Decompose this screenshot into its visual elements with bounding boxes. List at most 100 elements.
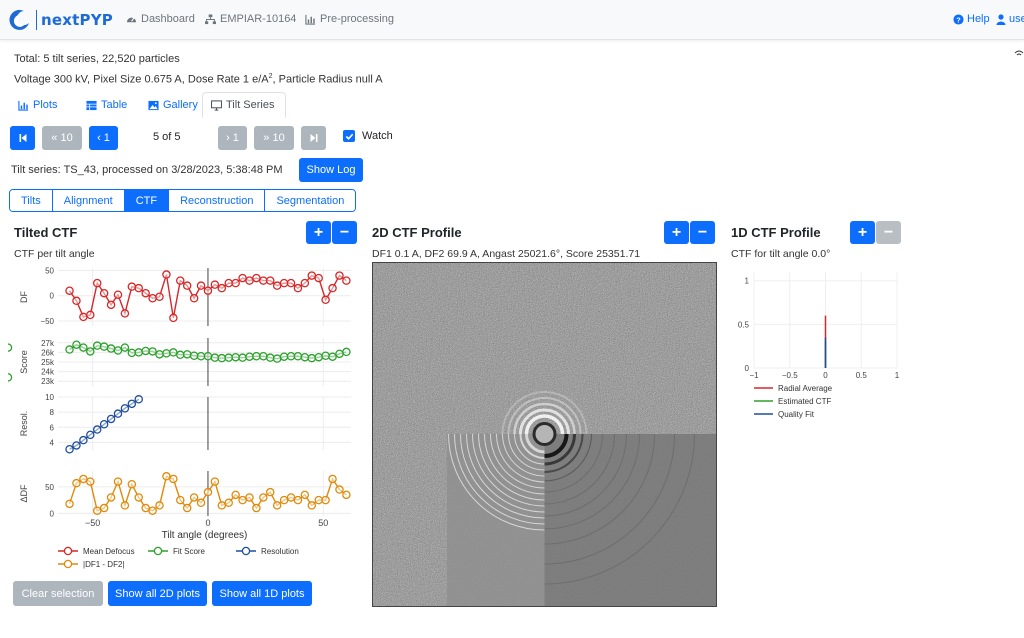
user-menu[interactable]: use: [996, 13, 1024, 25]
ctf1d-chart[interactable]: −1 −0.5 0 0.5 1 0 0.5 1 Radial Average Estimated …: [730, 262, 910, 422]
y-tick-label: 0: [50, 292, 55, 301]
data-point: [86, 347, 95, 356]
user-label: use: [1009, 13, 1024, 25]
ctf2d-zoom-in-button[interactable]: +: [664, 221, 689, 244]
data-point: [162, 349, 171, 358]
data-point: [196, 351, 206, 361]
data-point: [106, 344, 116, 353]
data-point: [286, 278, 296, 288]
subtab-alignment[interactable]: Alignment: [52, 190, 125, 211]
subplot-1: −50 0 50 DF: [19, 267, 351, 326]
data-point: [210, 477, 220, 486]
ctf-power-spectrum-image[interactable]: [372, 262, 717, 607]
project-sitemap-icon: [205, 13, 216, 24]
data-point: [272, 281, 282, 290]
data-point: [189, 294, 199, 303]
data-point: [210, 353, 220, 362]
legend-label: Radial Average: [778, 384, 833, 393]
legend-item: Resolution: [236, 546, 299, 556]
show-all-2d-plots-button[interactable]: Show all 2D plots: [108, 581, 207, 606]
params-text-end: , Particle Radius null A: [272, 73, 383, 86]
legend-swatch-marker: [63, 559, 73, 569]
tab-gallery[interactable]: Gallery: [140, 92, 206, 118]
subtab-segmentation[interactable]: Segmentation: [265, 190, 356, 211]
data-point: [217, 353, 227, 363]
nav-block-link[interactable]: Pre-processing: [305, 13, 394, 25]
ctf1d-zoom-in-button[interactable]: +: [850, 221, 875, 244]
clear-selection-button[interactable]: Clear selection: [13, 581, 103, 606]
watch-checkbox[interactable]: [343, 130, 355, 142]
data-point: [231, 352, 240, 362]
data-point: [245, 493, 254, 502]
legend-item: Fit Score: [148, 546, 206, 556]
data-point: [120, 501, 130, 510]
show-log-button[interactable]: Show Log: [299, 158, 363, 182]
y-tick-label: 8: [50, 408, 55, 417]
data-point: [203, 487, 213, 497]
ctf2d-title: 2D CTF Profile: [372, 225, 462, 240]
x-tick-label: 0: [205, 518, 210, 528]
subtab-ctf[interactable]: CTF: [124, 190, 170, 211]
data-point: [134, 348, 143, 357]
data-point: [307, 271, 317, 280]
legend-label: Fit Score: [173, 547, 206, 556]
y-tick-label: 50: [45, 483, 54, 492]
data-point: [252, 351, 261, 361]
data-point: [217, 283, 227, 293]
show-all-1d-plots-button[interactable]: Show all 1D plots: [212, 581, 312, 606]
brand[interactable]: nextPYP: [8, 8, 113, 32]
data-point: [92, 278, 102, 288]
subtab-tilts[interactable]: Tilts: [10, 190, 53, 211]
data-point: [272, 501, 282, 510]
ctf1d-zoom-out-button[interactable]: −: [876, 221, 901, 244]
back-10-button[interactable]: « 10: [42, 126, 82, 150]
data-point: [224, 353, 233, 362]
data-point: [293, 351, 303, 361]
forward-10-button[interactable]: » 10: [254, 126, 294, 150]
watch-label: Watch: [362, 130, 393, 142]
data-point: [120, 404, 130, 413]
tilted-ctf-chart[interactable]: −50 0 50 DF 23k24k25k26k27k Score 4 6 8 10 Resol. 0…: [8, 260, 363, 578]
data-point: [106, 414, 116, 424]
y-axis-label: Resol.: [19, 411, 29, 437]
y-axis-label: ΔDF: [19, 484, 29, 503]
data-point: [342, 347, 351, 357]
y-tick-label: 23k: [41, 377, 55, 386]
user-icon: [996, 13, 1006, 25]
y-tick-label: 26k: [41, 348, 55, 357]
first-page-button[interactable]: [10, 126, 35, 150]
data-point: [99, 420, 109, 429]
tab-tilt-series[interactable]: Tilt Series: [202, 92, 286, 118]
legend-label: Estimated CTF: [778, 397, 831, 406]
tab-plots[interactable]: Plots: [10, 92, 65, 118]
y-tick-label: 50: [45, 267, 54, 276]
legend-item: Estimated CTF: [754, 397, 831, 406]
data-point: [307, 501, 317, 510]
data-point: [342, 490, 351, 500]
legend-item: |DF1 - DF2|: [58, 559, 125, 569]
back-1-button[interactable]: ‹ 1: [89, 126, 118, 150]
nav-dashboard-link[interactable]: Dashboard: [126, 13, 195, 25]
x-axis-label: Tilt angle (degrees): [162, 530, 248, 541]
tab-table[interactable]: Table: [78, 92, 135, 118]
data-point: [92, 506, 102, 515]
data-point: [99, 342, 109, 351]
data-point: [286, 493, 296, 502]
ctf2d-zoom-out-button[interactable]: −: [690, 221, 715, 244]
data-point: [279, 352, 289, 361]
tilted-ctf-zoom-out-button[interactable]: −: [332, 221, 357, 244]
data-point: [162, 270, 171, 279]
forward-1-button[interactable]: › 1: [218, 126, 247, 150]
help-link[interactable]: ? Help: [953, 13, 990, 25]
tilted-ctf-zoom-in-button[interactable]: +: [306, 221, 331, 244]
watch-toggle[interactable]: Watch: [343, 130, 393, 142]
subtab-reconstruction[interactable]: Reconstruction: [169, 190, 266, 211]
data-point: [72, 441, 81, 450]
nav-project-link[interactable]: EMPIAR-10164: [205, 13, 296, 25]
data-point: [106, 300, 116, 310]
data-point: [224, 278, 233, 288]
last-page-button[interactable]: [301, 126, 326, 150]
data-point: [99, 503, 109, 513]
data-point: [342, 276, 351, 285]
data-point: [231, 278, 240, 288]
